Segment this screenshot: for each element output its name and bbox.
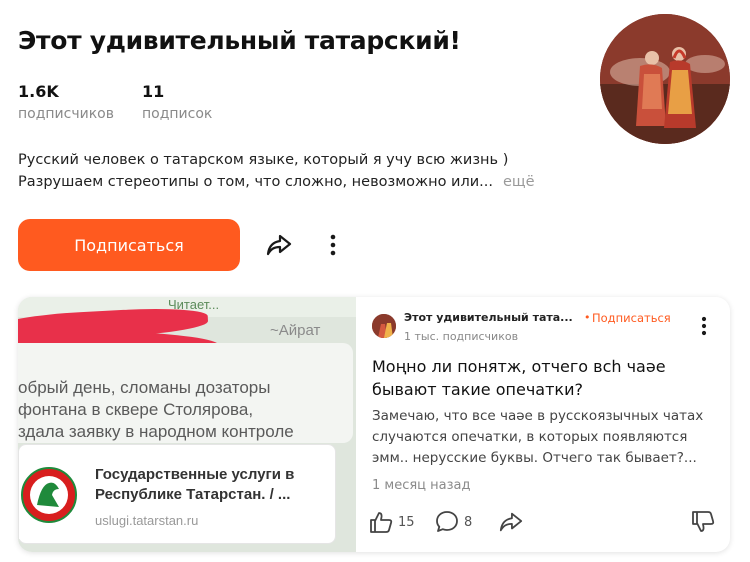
dislike-button[interactable] [690,507,716,537]
message-line-3: здала заявку в народном контроле [18,422,294,441]
more-options-button[interactable] [318,228,348,262]
tatarstan-logo-icon [19,451,79,539]
message-line-1: обрый день, сломаны дозаторы [18,378,271,397]
post-body: Этот удивительный тата... 1 тыс. подписч… [356,297,730,552]
subscriptions-label: подписок [142,106,213,122]
more-vertical-icon [701,316,707,336]
subscriptions-count: 11 [142,82,165,101]
more-vertical-icon [330,234,336,256]
subscribers-label: подписчиков [18,106,114,122]
thumbs-up-icon [370,512,393,533]
link-title: Государственные услуги в Республике Тата… [95,466,295,503]
subscribe-button[interactable]: Подписаться [18,219,240,271]
author-avatar[interactable] [372,314,396,338]
post-text[interactable]: Замечаю, что все чаәе в русскоязычных ча… [372,406,712,469]
message-text: обрый день, сломаны дозаторы фонтана в с… [18,377,294,443]
post-image[interactable]: Читает... ~Айрат обрый день, сломаны доз… [18,297,356,552]
post-card[interactable]: Читает... ~Айрат обрый день, сломаны доз… [18,297,730,552]
image-signature: ~Айрат [270,322,321,339]
post-author-subscribers: 1 тыс. подписчиков [404,330,519,343]
like-count: 15 [398,514,415,530]
share-button[interactable] [262,228,296,262]
comment-button[interactable]: 8 [434,507,472,537]
share-icon [499,512,523,532]
description-line-2: Разрушаем стереотипы о том, что сложно, … [18,171,578,193]
like-button[interactable]: 15 [368,507,415,537]
subscribers-count: 1.6K [18,82,59,101]
post-title[interactable]: Моңно ли понятж, отчего всһ чаәе бывают … [372,355,712,401]
channel-description: Русский человек о татарском языке, котор… [18,149,578,193]
description-line-1: Русский человек о татарском языке, котор… [18,152,509,168]
separator-dot: • [584,311,591,324]
stat-subscriptions[interactable]: 11 подписок [142,82,212,122]
channel-stats: 1.6K подписчиков 11 подписок [18,82,212,122]
share-post-button[interactable] [498,507,524,537]
stat-subscribers[interactable]: 1.6K подписчиков [18,82,114,122]
share-icon [266,234,292,256]
post-actions: 15 8 [368,507,716,537]
link-preview: Государственные услуги в Республике Тата… [18,444,336,544]
post-subscribe-link[interactable]: Подписаться [592,311,671,325]
thumbs-down-icon [692,511,715,532]
post-more-options-button[interactable] [696,315,712,337]
channel-avatar [600,14,730,144]
post-time: 1 месяц назад [372,478,471,493]
message-line-2: фонтана в сквере Столярова, [18,400,254,419]
comment-count: 8 [464,514,473,530]
channel-title: Этот удивительный татарский! [18,26,461,55]
description-line-2-text: Разрушаем стереотипы о том, что сложно, … [18,174,493,190]
post-author-name[interactable]: Этот удивительный тата... [404,311,573,324]
more-link[interactable]: ещё [503,174,535,190]
comment-icon [436,511,458,532]
link-url: uslugi.tatarstan.ru [95,513,199,528]
